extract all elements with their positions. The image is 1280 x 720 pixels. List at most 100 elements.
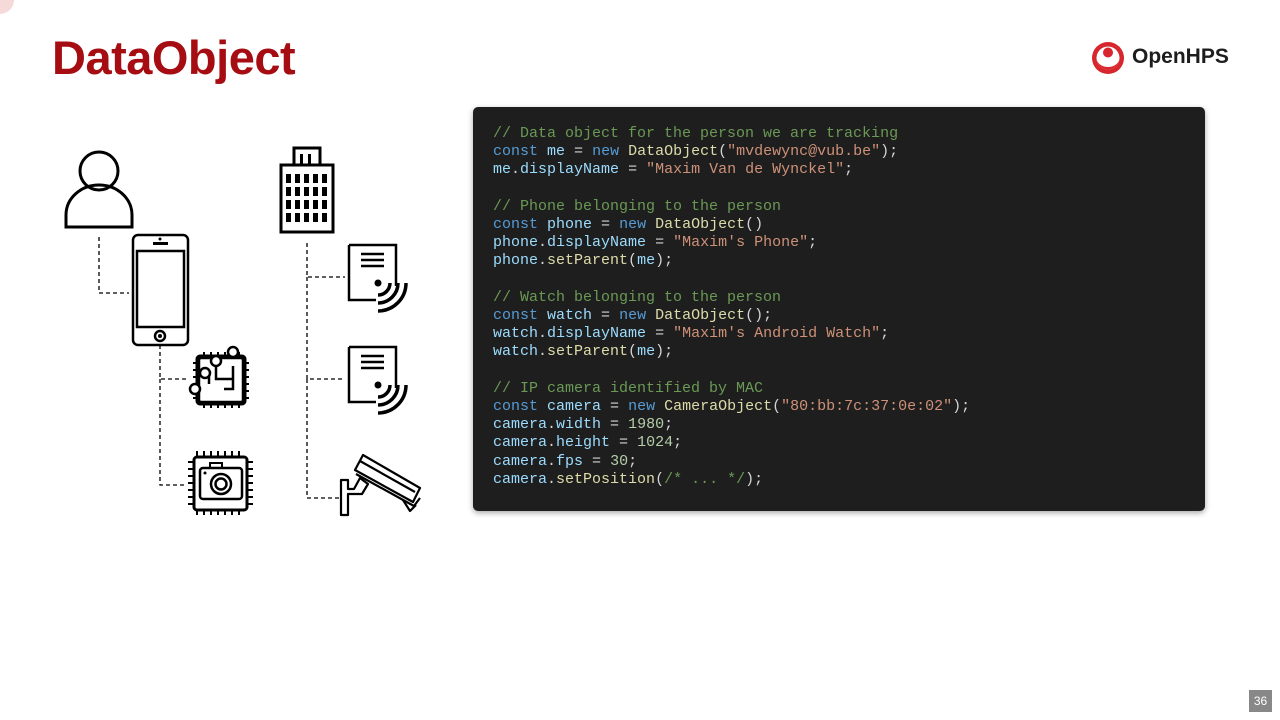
- slide-title: DataObject: [52, 31, 296, 84]
- code-token: .: [538, 252, 548, 270]
- code-token: me: [547, 143, 566, 161]
- code-token: =: [592, 307, 620, 325]
- code-token: /* ... */: [664, 470, 746, 488]
- code-token: .: [538, 325, 548, 343]
- code-token: phone: [493, 252, 539, 270]
- code-token: );: [655, 343, 674, 361]
- code-line: // Watch belonging to the person: [493, 289, 1185, 307]
- code-line: watch.setParent(me);: [493, 343, 1185, 361]
- code-token: (: [772, 398, 782, 416]
- code-line: const phone = new DataObject(): [493, 216, 1185, 234]
- code-token: const: [493, 398, 539, 416]
- code-token: (): [745, 216, 764, 234]
- logo-text: OpenHPS: [1132, 45, 1229, 68]
- code-token: me: [637, 343, 656, 361]
- chip-icon: [188, 345, 249, 408]
- code-token: =: [601, 416, 629, 434]
- person-icon: [64, 150, 134, 229]
- code-token: ;: [628, 452, 638, 470]
- code-line: watch.displayName = "Maxim's Android Wat…: [493, 325, 1185, 343]
- code-token: // Phone belonging to the person: [493, 197, 782, 215]
- code-token: new: [592, 143, 620, 161]
- code-token: .: [547, 452, 557, 470]
- object-hierarchy-diagram: [55, 140, 435, 525]
- code-token: );: [745, 470, 764, 488]
- code-token: );: [880, 143, 899, 161]
- code-token: .: [538, 234, 548, 252]
- code-token: fps: [556, 452, 584, 470]
- code-token: // Data object for the person we are tra…: [493, 125, 899, 142]
- code-token: DataObject: [655, 216, 746, 234]
- code-line: // Data object for the person we are tra…: [493, 125, 1185, 143]
- code-line: camera.height = 1024;: [493, 434, 1185, 452]
- code-token: width: [556, 416, 602, 434]
- code-token: "Maxim Van de Wynckel": [646, 161, 845, 179]
- code-token: =: [619, 161, 647, 179]
- code-line: const camera = new CameraObject("80:bb:7…: [493, 398, 1185, 416]
- code-token: =: [601, 398, 629, 416]
- code-token: displayName: [520, 161, 620, 179]
- page-number: 36: [1249, 690, 1272, 712]
- code-token: const: [493, 307, 539, 325]
- code-token: =: [646, 325, 674, 343]
- smartphone-icon: [131, 233, 190, 347]
- code-token: ;: [808, 234, 818, 252]
- code-token: me: [637, 252, 656, 270]
- code-token: 1980: [628, 416, 665, 434]
- code-token: const: [493, 143, 539, 161]
- code-token: ;: [664, 416, 674, 434]
- code-token: setPosition: [556, 470, 656, 488]
- code-token: watch: [493, 343, 539, 361]
- code-token: // Watch belonging to the person: [493, 288, 782, 306]
- code-token: 30: [610, 452, 629, 470]
- code-token: DataObject: [628, 143, 719, 161]
- code-token: camera: [493, 470, 548, 488]
- code-token: ;: [673, 434, 683, 452]
- wireless-document-icon: [347, 345, 408, 415]
- code-token: ();: [745, 307, 773, 325]
- code-token: =: [592, 216, 620, 234]
- code-line: camera.fps = 30;: [493, 453, 1185, 471]
- code-token: .: [511, 161, 521, 179]
- building-icon: [279, 146, 335, 234]
- security-camera-icon: [339, 453, 422, 517]
- code-token: .: [547, 434, 557, 452]
- code-token: 1024: [637, 434, 674, 452]
- code-token: ;: [880, 325, 890, 343]
- code-line: camera.width = 1980;: [493, 416, 1185, 434]
- code-token: setParent: [547, 343, 629, 361]
- code-line: phone.setParent(me);: [493, 252, 1185, 270]
- code-line: me.displayName = "Maxim Van de Wynckel";: [493, 161, 1185, 179]
- code-token: "mvdewync@vub.be": [727, 143, 881, 161]
- code-token: new: [628, 398, 656, 416]
- code-token: =: [610, 434, 638, 452]
- code-token: .: [547, 470, 557, 488]
- corner-decoration: [0, 0, 14, 14]
- code-token: displayName: [547, 325, 647, 343]
- code-token: "80:bb:7c:37:0e:02": [781, 398, 953, 416]
- code-token: DataObject: [655, 307, 746, 325]
- code-token: camera: [493, 452, 548, 470]
- code-token: watch: [493, 325, 539, 343]
- code-token: (: [655, 470, 665, 488]
- code-token: );: [655, 252, 674, 270]
- code-line: // IP camera identified by MAC: [493, 380, 1185, 398]
- openhps-location-pin-icon: [1092, 42, 1124, 74]
- code-token: (: [718, 143, 728, 161]
- wireless-document-icon: [347, 243, 408, 313]
- code-token: new: [619, 216, 647, 234]
- code-token: ;: [844, 161, 854, 179]
- code-token: (: [628, 343, 638, 361]
- code-token: camera: [493, 434, 548, 452]
- code-token: new: [619, 307, 647, 325]
- code-token: =: [565, 143, 593, 161]
- code-token: me: [493, 161, 512, 179]
